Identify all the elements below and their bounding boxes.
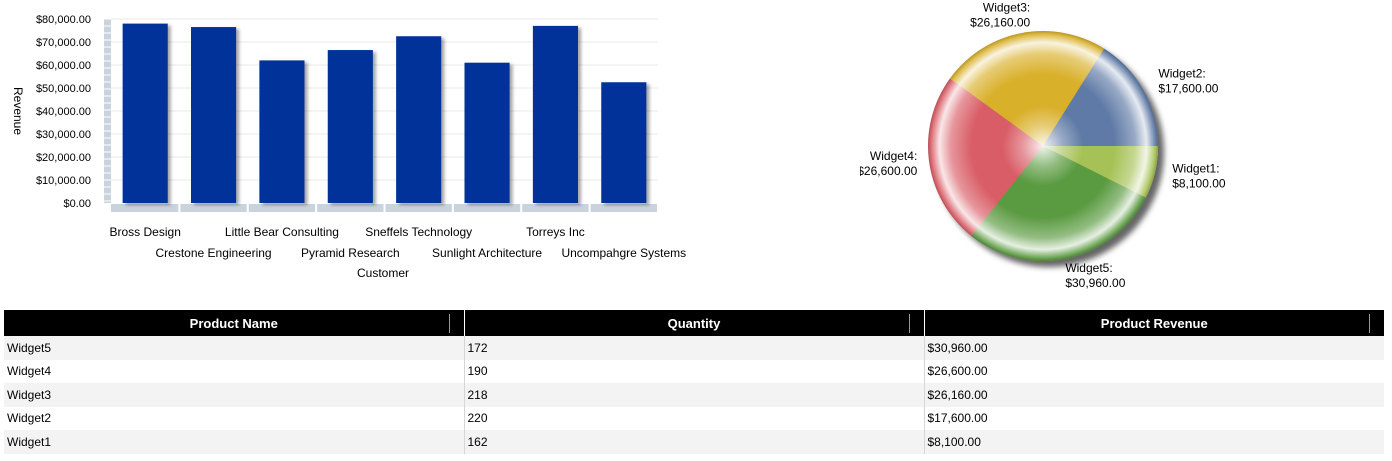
cell-product-name: Widget4 xyxy=(4,359,465,383)
x-axis-title: Customer xyxy=(357,266,409,280)
cell-product-name: Widget5 xyxy=(4,336,465,360)
table-header-row: Product Name Quantity Product Revenue xyxy=(4,310,1384,336)
cell-quantity: 190 xyxy=(464,359,925,383)
pie-label-name: Widget1: xyxy=(1172,162,1219,176)
table-row[interactable]: Widget1 162 $8,100.00 xyxy=(4,430,1384,454)
widget-revenue-pie-chart: Widget1:$8,100.00 Widget5:$30,960.00 Widge… xyxy=(860,0,1226,290)
bar-torreys-inc xyxy=(532,25,579,204)
table-row[interactable]: Widget5 172 $30,960.00 xyxy=(4,336,1384,360)
column-header-quantity[interactable]: Quantity xyxy=(464,310,925,336)
revenue-bar-chart: $0.00 $10,000.00 $20,000.00 $30,000.00 $40,0… xyxy=(11,14,686,280)
y-tick-label: $0.00 xyxy=(63,198,91,210)
cell-quantity: 218 xyxy=(464,383,925,407)
pie-label-value: $17,600.00 xyxy=(1158,82,1218,96)
x-tick-label: Pyramid Research xyxy=(301,246,400,260)
x-tick-label: Sneffels Technology xyxy=(365,225,472,239)
table-row[interactable]: Widget4 190 $26,600.00 xyxy=(4,359,1384,383)
pie-center-highlight xyxy=(928,31,1158,261)
x-tick-label: Little Bear Consulting xyxy=(225,225,339,239)
bar-uncompahgre-systems xyxy=(601,82,647,203)
cell-product-revenue: $30,960.00 xyxy=(924,336,1384,360)
table-row[interactable]: Widget2 220 $17,600.00 xyxy=(4,406,1384,430)
column-header-product-name[interactable]: Product Name xyxy=(4,310,465,336)
cell-product-revenue: $26,160.00 xyxy=(924,383,1384,407)
bar-pyramid-research xyxy=(327,50,373,203)
table-row[interactable]: Widget3 218 $26,160.00 xyxy=(4,383,1384,407)
cell-product-name: Widget1 xyxy=(4,430,465,454)
bar-little-bear-consulting xyxy=(259,60,305,204)
pie-label-name: Widget4: xyxy=(870,149,917,163)
pie-label-value: $8,100.00 xyxy=(1172,177,1226,191)
bar-sunlight-architecture xyxy=(464,62,510,204)
product-revenue-table: Product Name Quantity Product Revenue Wi… xyxy=(4,310,1384,454)
bar-sneffels-technology xyxy=(396,36,442,203)
y-tick-label: $20,000.00 xyxy=(36,152,91,164)
y-tick-label: $40,000.00 xyxy=(36,106,91,118)
cell-quantity: 162 xyxy=(464,430,925,454)
cell-quantity: 172 xyxy=(464,336,925,360)
bar-crestone-engineering xyxy=(190,27,237,203)
y-tick-label: $70,000.00 xyxy=(36,37,91,49)
y-tick-label: $50,000.00 xyxy=(36,83,91,95)
cell-product-revenue: $8,100.00 xyxy=(924,430,1384,454)
y-tick-label: $10,000.00 xyxy=(36,175,91,187)
y-tick-label: $30,000.00 xyxy=(36,129,91,141)
cell-product-revenue: $17,600.00 xyxy=(924,406,1384,430)
x-tick-label: Crestone Engineering xyxy=(156,246,272,260)
y-tick-label: $80,000.00 xyxy=(36,14,91,26)
x-tick-label: Sunlight Architecture xyxy=(432,246,542,260)
y-tick-label: $60,000.00 xyxy=(36,60,91,72)
x-tick-label: Uncompahgre Systems xyxy=(561,246,686,260)
bar-bross-design xyxy=(122,23,168,203)
x-tick-label: Torreys Inc xyxy=(526,225,585,239)
pie-label-name: Widget3: xyxy=(983,0,1030,14)
cell-quantity: 220 xyxy=(464,406,925,430)
cell-product-name: Widget2 xyxy=(4,406,465,430)
y-axis-title: Revenue xyxy=(11,87,25,135)
cell-product-revenue: $26,600.00 xyxy=(924,359,1384,383)
x-tick-label: Bross Design xyxy=(110,225,181,239)
pie-label-name: Widget2: xyxy=(1158,67,1205,81)
cell-product-name: Widget3 xyxy=(4,383,465,407)
pie-label-value: $26,600.00 xyxy=(860,164,918,178)
pie-label-value: $30,960.00 xyxy=(1065,276,1125,290)
column-header-product-revenue[interactable]: Product Revenue xyxy=(924,310,1384,336)
pie-label-name: Widget5: xyxy=(1065,261,1112,275)
pie-label-value: $26,160.00 xyxy=(970,15,1030,29)
